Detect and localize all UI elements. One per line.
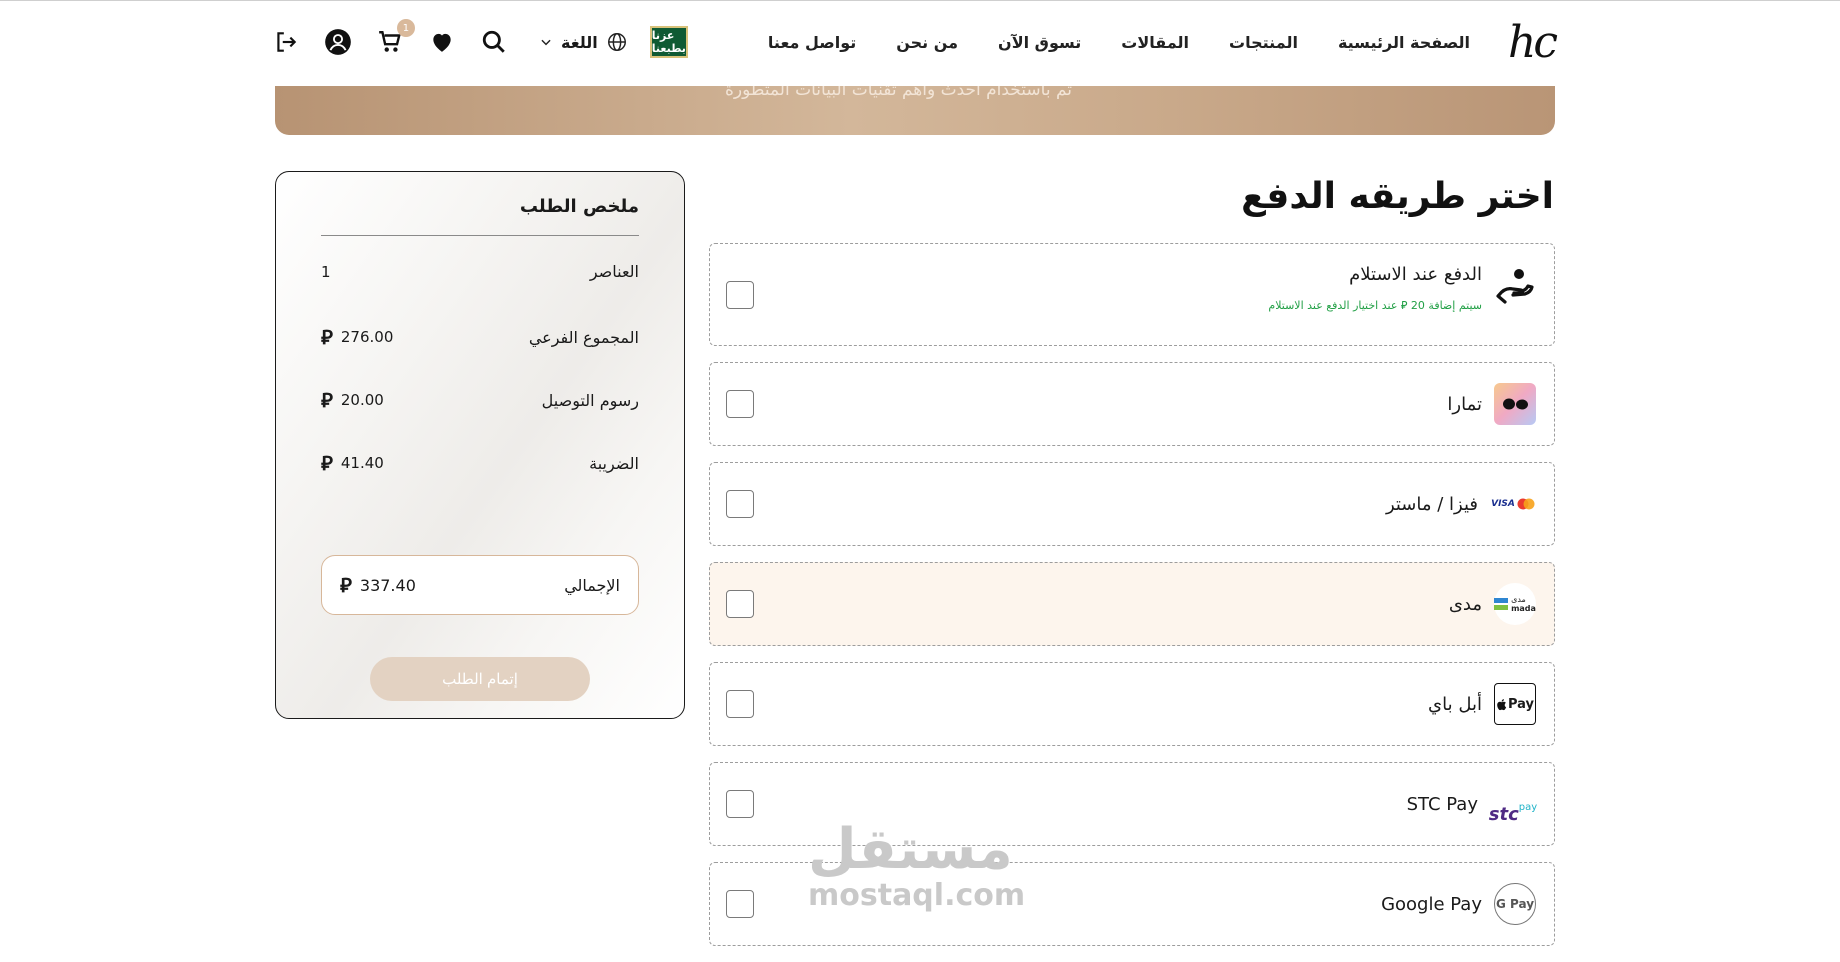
total-amount: 337.40 [359,575,416,595]
shipping-label: رسوم التوصيل [541,390,639,410]
method-label: تمارا [1447,393,1482,415]
google-pay-logo: G Pay [1494,883,1536,925]
payment-method-apple-pay[interactable]: Pay أبل باي [709,662,1555,746]
logout-icon [277,32,297,52]
nav-articles[interactable]: المقالات [1121,33,1189,52]
globe-icon [607,33,626,51]
watermark-latin: mostaql.com [808,878,1026,913]
banner-text: تم باستخدام أحدث وأهم تقنيات البيانات ال… [725,86,1073,100]
nav-home[interactable]: الصفحة الرئيسية [1338,33,1470,52]
account-button[interactable] [323,27,353,57]
site-header: hc الصفحة الرئيسية المنتجات المقالات تسو… [275,14,1558,70]
main-nav: الصفحة الرئيسية المنتجات المقالات تسوق ا… [728,33,1470,52]
payment-method-visa-master[interactable]: VISA فيزا / ماستر [709,462,1555,546]
hero-banner: تم باستخدام أحدث وأهم تقنيات البيانات ال… [275,86,1555,135]
complete-order-button[interactable]: إتمام الطلب [370,657,590,701]
payment-checkbox[interactable] [726,790,754,818]
cart-button[interactable]: 1 [375,19,415,57]
cart-count-badge: 1 [396,19,415,37]
nav-about[interactable]: من نحن [896,33,958,52]
payment-checkbox[interactable] [726,390,754,418]
items-label: العناصر [589,262,639,281]
summary-title: ملخص الطلب [519,196,639,217]
user-icon [325,29,351,55]
payment-checkbox[interactable] [726,590,754,618]
total-value: 337.40 ⃁ [340,572,416,598]
payment-method-cod[interactable]: الدفع عند الاستلام سيتم إضافة 20 ⃁ عند ا… [709,243,1555,346]
stc-pay-logo: stc pay [1488,783,1538,825]
method-label: فيزا / ماستر [1385,493,1478,515]
mada-logo: مدى mada [1494,583,1536,625]
visa-mastercard-logo: VISA [1490,483,1536,525]
search-button[interactable] [479,27,509,57]
payment-checkbox[interactable] [726,690,754,718]
header-icons: 1 [249,19,509,57]
subtotal-value: 276.00 ⃁ [321,324,393,350]
language-selector[interactable]: اللغة [539,31,628,53]
subtotal-amount: 276.00 [340,328,394,346]
logout-button[interactable] [271,27,301,57]
summary-divider [321,235,639,236]
mada-en-text: mada [1511,604,1536,613]
watermark: مستقل mostaql.com [808,817,1026,913]
tamara-logo [1494,383,1536,425]
tax-amount: 41.40 [340,454,384,472]
method-label: Google Pay [1381,893,1482,915]
apple-pay-text: Pay [1507,696,1535,712]
payment-method-tamara[interactable]: تمارا [709,362,1555,446]
method-label: مدى [1448,593,1482,615]
visa-text: VISA [1491,499,1515,509]
wishlist-button[interactable] [427,27,457,57]
summary-row-items: العناصر 1 [321,262,639,281]
payment-checkbox[interactable] [726,890,754,918]
items-value: 1 [321,262,331,281]
hand-coin-icon [1494,264,1536,306]
summary-row-tax: الضريبة 41.40 ⃁ [321,450,639,476]
total-label: الإجمالي [564,575,620,595]
riyal-icon: ⃁ [340,573,352,597]
method-label: أبل باي [1428,693,1482,715]
gpay-text: G Pay [1495,897,1535,911]
payment-title: اختر طريقه الدفع [1241,176,1554,217]
mada-ar-text: مدى [1511,595,1526,604]
summary-row-shipping: رسوم التوصيل 20.00 ⃁ [321,387,639,413]
riyal-icon: ⃁ [321,388,333,412]
payment-checkbox[interactable] [726,280,754,309]
chevron-down-icon [541,39,551,46]
cod-text: الدفع عند الاستلام سيتم إضافة 20 ⃁ عند ا… [1268,264,1482,313]
nav-shop-now[interactable]: تسوق الآن [998,33,1081,52]
apple-pay-logo: Pay [1494,683,1536,725]
tax-label: الضريبة [589,453,639,473]
summary-row-subtotal: المجموع الفرعي 276.00 ⃁ [321,324,639,350]
heart-icon [433,33,451,52]
shipping-amount: 20.00 [340,391,384,409]
top-border [0,0,1840,1]
nav-products[interactable]: المنتجات [1229,33,1298,52]
method-label: STC Pay [1406,793,1478,815]
payment-checkbox[interactable] [726,490,754,518]
riyal-icon: ⃁ [321,451,333,475]
nav-contact[interactable]: تواصل معنا [768,33,856,52]
stc-pay-text: pay [1518,802,1538,813]
cod-fee-note: سيتم إضافة 20 ⃁ عند اختيار الدفع عند الا… [1268,299,1482,312]
riyal-icon: ⃁ [321,325,333,349]
stc-text: stc [1488,804,1519,825]
shipping-value: 20.00 ⃁ [321,387,384,413]
method-label: الدفع عند الاستلام [1349,264,1482,285]
payment-method-mada[interactable]: مدى mada مدى [709,562,1555,646]
tax-value: 41.40 ⃁ [321,450,384,476]
watermark-arabic: مستقل [808,817,1013,882]
subtotal-label: المجموع الفرعي [528,327,639,347]
language-label: اللغة [560,32,598,52]
search-icon [482,30,505,53]
order-summary: ملخص الطلب العناصر 1 المجموع الفرعي 276.… [275,171,685,719]
total-box: الإجمالي 337.40 ⃁ [321,555,639,615]
site-logo[interactable]: hc [1508,17,1558,68]
national-badge: عزنا بطبعنا [649,26,688,58]
